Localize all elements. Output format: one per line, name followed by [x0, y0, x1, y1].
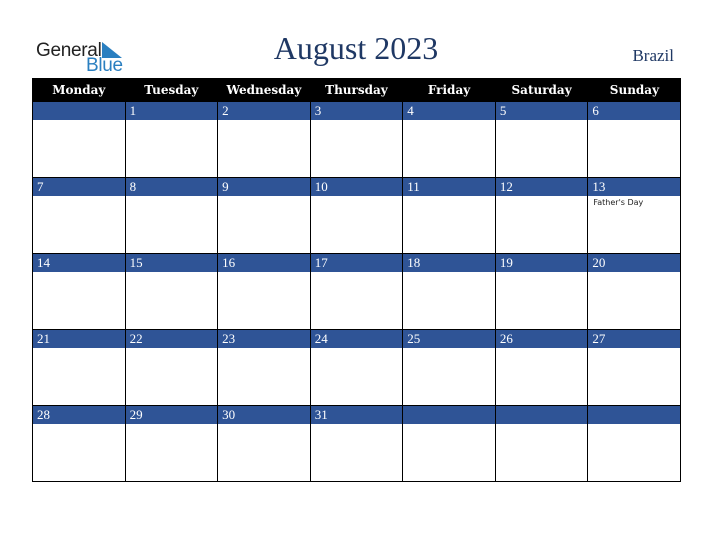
day-cell[interactable]: 19: [494, 253, 589, 330]
day-cell[interactable]: 30: [217, 405, 311, 482]
day-cell[interactable]: 13 Father's Day: [587, 177, 681, 254]
day-number: 15: [125, 254, 218, 272]
day-cell[interactable]: 4: [402, 101, 496, 178]
day-number: 19: [495, 254, 588, 272]
weekday-header-row: Monday Tuesday Wednesday Thursday Friday…: [32, 78, 681, 102]
day-cell[interactable]: 27: [587, 329, 681, 406]
day-cell[interactable]: 10: [309, 177, 404, 254]
holiday-event: Father's Day: [593, 198, 644, 207]
day-cell[interactable]: 14: [32, 253, 126, 330]
day-number: 13: [588, 178, 680, 196]
day-number: 5: [495, 102, 588, 120]
day-number: 31: [310, 406, 403, 424]
day-number: 23: [218, 330, 310, 348]
day-number: 9: [218, 178, 310, 196]
day-cell[interactable]: [32, 101, 126, 178]
weekday-header: Saturday: [494, 78, 588, 102]
day-cell[interactable]: 6: [587, 101, 681, 178]
day-cell[interactable]: 29: [124, 405, 219, 482]
weekday-header: Friday: [402, 78, 496, 102]
day-cell[interactable]: 1: [124, 101, 219, 178]
day-cell[interactable]: 15: [124, 253, 219, 330]
day-cell[interactable]: 22: [124, 329, 219, 406]
day-cell[interactable]: 18: [402, 253, 496, 330]
day-cell[interactable]: 2: [217, 101, 311, 178]
day-number: 18: [403, 254, 495, 272]
day-cell[interactable]: 28: [32, 405, 126, 482]
day-cell[interactable]: 26: [494, 329, 589, 406]
weekday-header: Sunday: [587, 78, 681, 102]
day-number: 3: [310, 102, 403, 120]
week-row: 28 29 30 31: [32, 405, 681, 482]
day-number: 20: [588, 254, 680, 272]
weekday-header: Thursday: [309, 78, 403, 102]
day-number: 8: [125, 178, 218, 196]
day-number: 7: [33, 178, 125, 196]
day-cell[interactable]: 20: [587, 253, 681, 330]
day-number: 10: [310, 178, 403, 196]
weekday-header: Tuesday: [124, 78, 218, 102]
day-number: 14: [33, 254, 125, 272]
week-row: 21 22 23 24 25 26 27: [32, 329, 681, 406]
day-cell[interactable]: 8: [124, 177, 219, 254]
day-cell[interactable]: 5: [494, 101, 589, 178]
day-number: 27: [588, 330, 680, 348]
country-label: Brazil: [632, 46, 674, 65]
calendar-grid: Monday Tuesday Wednesday Thursday Friday…: [32, 78, 681, 482]
day-number: 1: [125, 102, 218, 120]
day-number: 25: [403, 330, 495, 348]
day-cell[interactable]: 23: [217, 329, 311, 406]
day-number: [588, 406, 680, 424]
weekday-header: Monday: [32, 78, 126, 102]
day-cell[interactable]: 21: [32, 329, 126, 406]
day-cell[interactable]: [494, 405, 589, 482]
day-number: 2: [218, 102, 310, 120]
week-row: 7 8 9 10 11 12 13 Father's Day: [32, 177, 681, 254]
day-number: 26: [495, 330, 588, 348]
day-number: 28: [33, 406, 125, 424]
day-number: 11: [403, 178, 495, 196]
day-number: 24: [310, 330, 403, 348]
day-cell[interactable]: 25: [402, 329, 496, 406]
day-number: 12: [495, 178, 588, 196]
weekday-header: Wednesday: [217, 78, 311, 102]
day-number: [403, 406, 495, 424]
day-number: 17: [310, 254, 403, 272]
day-cell[interactable]: 3: [309, 101, 404, 178]
day-number: 30: [218, 406, 310, 424]
day-cell[interactable]: [587, 405, 681, 482]
day-number: [495, 406, 588, 424]
day-number: 29: [125, 406, 218, 424]
day-cell[interactable]: 12: [494, 177, 589, 254]
day-number: 21: [33, 330, 125, 348]
day-cell[interactable]: 9: [217, 177, 311, 254]
day-cell[interactable]: 17: [309, 253, 404, 330]
day-cell[interactable]: 11: [402, 177, 496, 254]
day-number: 6: [588, 102, 680, 120]
day-cell[interactable]: 31: [309, 405, 404, 482]
calendar-title: August 2023: [273, 30, 439, 66]
day-number: 16: [218, 254, 310, 272]
day-cell[interactable]: 24: [309, 329, 404, 406]
day-number: 22: [125, 330, 218, 348]
day-cell[interactable]: [402, 405, 496, 482]
day-cell[interactable]: 7: [32, 177, 126, 254]
day-number: 4: [403, 102, 495, 120]
week-row: 14 15 16 17 18 19 20: [32, 253, 681, 330]
day-cell[interactable]: 16: [217, 253, 311, 330]
week-row: 123456: [32, 101, 681, 178]
day-number: [33, 102, 125, 120]
